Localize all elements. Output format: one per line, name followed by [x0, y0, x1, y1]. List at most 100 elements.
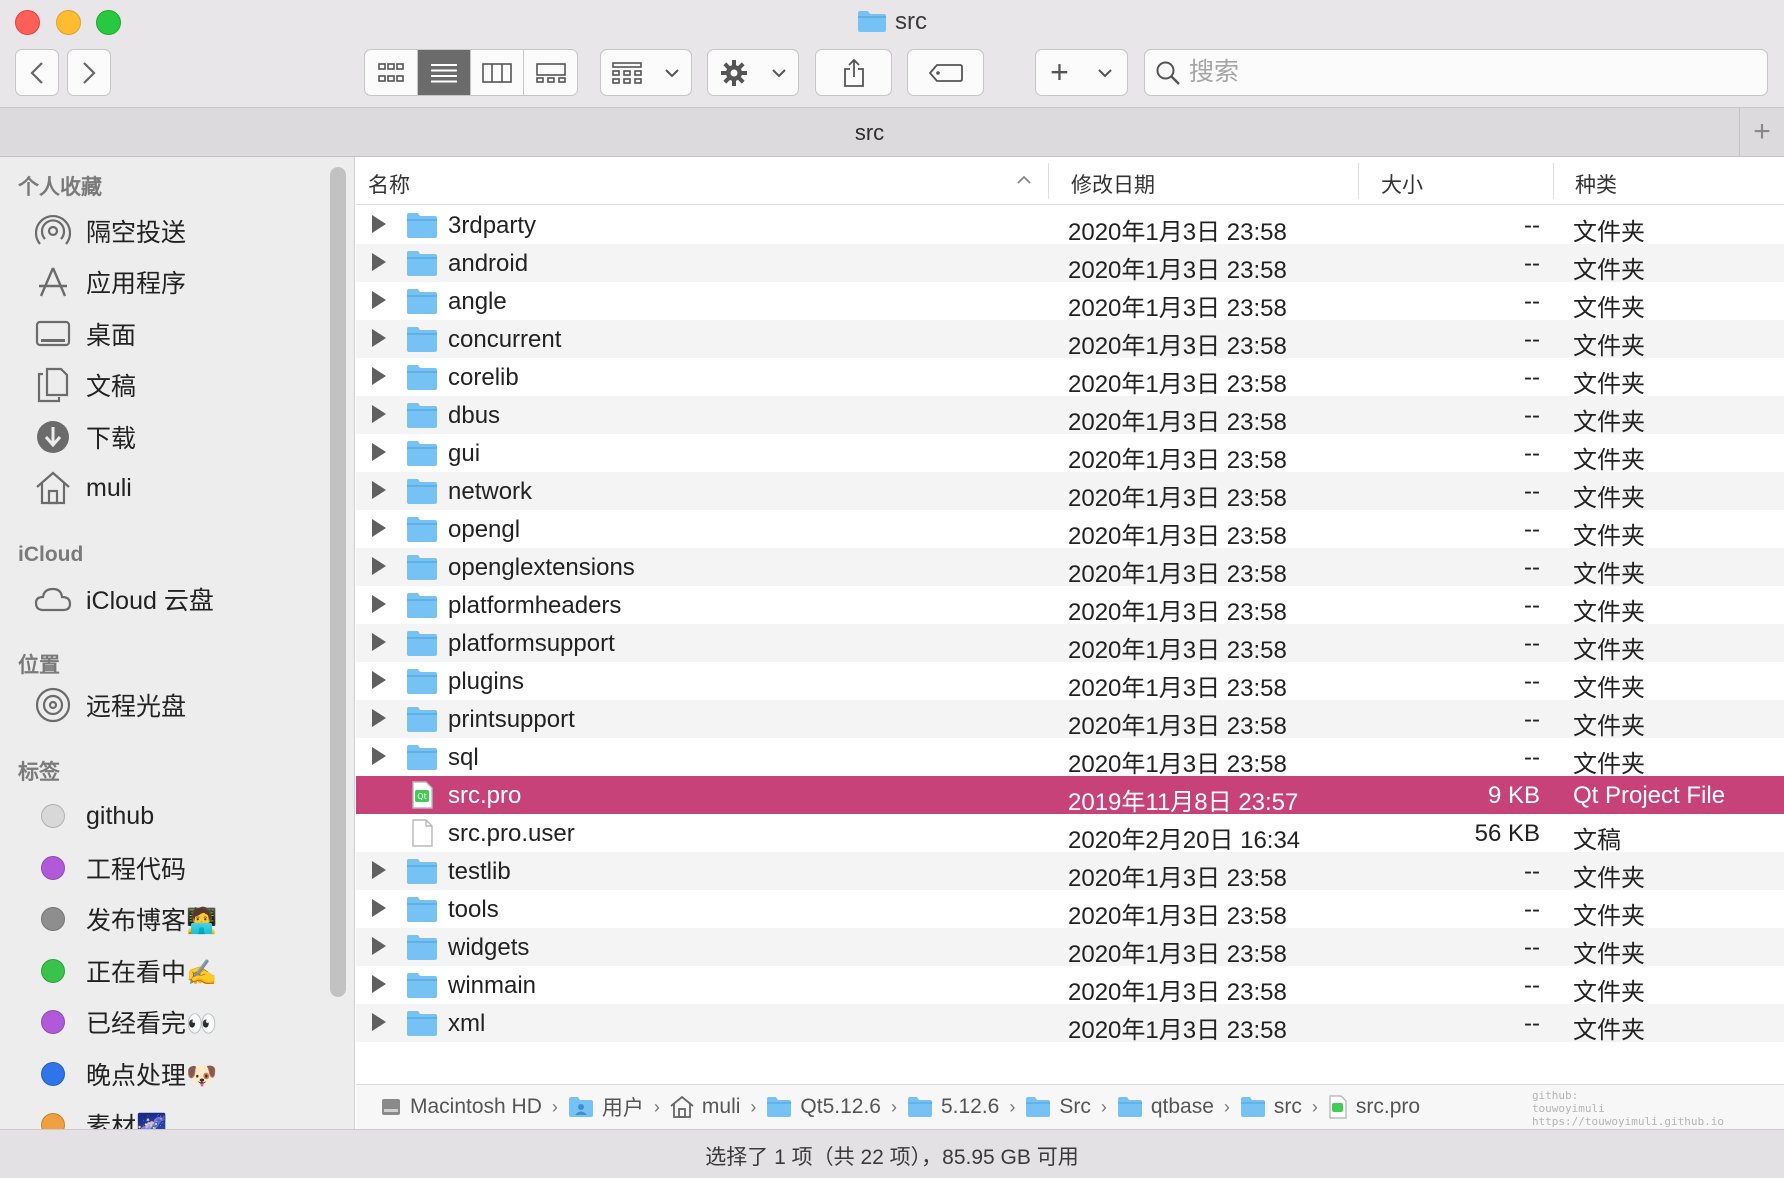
file-row[interactable]: plugins 2020年1月3日 23:58 -- 文件夹	[356, 662, 1784, 702]
file-row[interactable]: sql 2020年1月3日 23:58 -- 文件夹	[356, 738, 1784, 778]
disclosure-triangle-icon[interactable]	[372, 709, 386, 727]
disclosure-triangle-icon[interactable]	[372, 443, 386, 461]
new-item-dropdown[interactable]: +	[1035, 49, 1128, 96]
file-size: --	[1524, 630, 1540, 657]
sidebar-item-remote-disc[interactable]: 远程光盘	[34, 685, 186, 725]
file-row[interactable]: testlib 2020年1月3日 23:58 -- 文件夹	[356, 852, 1784, 892]
file-row[interactable]: opengl 2020年1月3日 23:58 -- 文件夹	[356, 510, 1784, 550]
sidebar-item-desktop[interactable]: 桌面	[34, 314, 136, 354]
forward-button[interactable]	[67, 49, 111, 96]
path-crumb[interactable]: Src	[1025, 1095, 1091, 1119]
disclosure-triangle-icon[interactable]	[372, 481, 386, 499]
file-row[interactable]: src.pro.user 2020年2月20日 16:34 56 KB 文稿	[356, 814, 1784, 854]
sidebar-item-airdrop[interactable]: 隔空投送	[34, 211, 186, 251]
disclosure-triangle-icon[interactable]	[372, 519, 386, 537]
path-crumb[interactable]: Macintosh HD	[380, 1095, 542, 1119]
new-tab-button[interactable]: +	[1739, 108, 1784, 156]
sort-ascending-icon	[1017, 175, 1031, 184]
sidebar-tag-reading[interactable]: 正在看中✍️	[34, 951, 217, 991]
file-row[interactable]: xml 2020年1月3日 23:58 -- 文件夹	[356, 1004, 1784, 1044]
file-row[interactable]: corelib 2020年1月3日 23:58 -- 文件夹	[356, 358, 1784, 398]
path-crumb[interactable]: Qt5.12.6	[766, 1095, 881, 1119]
file-row[interactable]: printsupport 2020年1月3日 23:58 -- 文件夹	[356, 700, 1784, 740]
disclosure-triangle-icon[interactable]	[372, 747, 386, 765]
sidebar-tag-engineering-code[interactable]: 工程代码	[34, 848, 186, 888]
sidebar-tag-publish-blog[interactable]: 发布博客🧑‍💻	[34, 899, 217, 939]
path-crumb[interactable]: src	[1240, 1095, 1302, 1119]
file-name: corelib	[448, 364, 519, 391]
gallery-view-button[interactable]	[524, 50, 577, 95]
file-row[interactable]: angle 2020年1月3日 23:58 -- 文件夹	[356, 282, 1784, 322]
column-header-size[interactable]: 大小	[1381, 169, 1423, 199]
group-by-dropdown[interactable]	[600, 49, 692, 96]
file-date-modified: 2020年1月3日 23:58	[1068, 219, 1287, 246]
column-separator[interactable]	[1048, 163, 1049, 199]
column-header-name[interactable]: 名称	[368, 169, 410, 199]
folder-icon	[406, 743, 438, 771]
disclosure-triangle-icon[interactable]	[372, 671, 386, 689]
sidebar-tag-github[interactable]: github	[34, 796, 154, 836]
disclosure-triangle-icon[interactable]	[372, 899, 386, 917]
file-row[interactable]: tools 2020年1月3日 23:58 -- 文件夹	[356, 890, 1784, 930]
file-name: sql	[448, 744, 479, 771]
file-row[interactable]: platformsupport 2020年1月3日 23:58 -- 文件夹	[356, 624, 1784, 664]
sidebar-tag-materials[interactable]: 素材🌌	[34, 1105, 167, 1129]
file-row[interactable]: android 2020年1月3日 23:58 -- 文件夹	[356, 244, 1784, 284]
disclosure-triangle-icon[interactable]	[372, 557, 386, 575]
sidebar-tag-later[interactable]: 晚点处理🐶	[34, 1054, 217, 1094]
disclosure-triangle-icon[interactable]	[372, 595, 386, 613]
column-separator[interactable]	[1358, 163, 1359, 199]
action-menu-button[interactable]	[707, 49, 799, 96]
sidebar-scrollbar[interactable]	[330, 167, 346, 997]
disclosure-triangle-icon[interactable]	[372, 215, 386, 233]
path-crumb[interactable]: qtbase	[1117, 1095, 1214, 1119]
chevron-right-icon	[83, 61, 96, 84]
sidebar-item-downloads[interactable]: 下载	[34, 417, 136, 457]
column-header-kind[interactable]: 种类	[1575, 169, 1617, 199]
column-separator[interactable]	[1553, 163, 1554, 199]
list-view-button[interactable]	[418, 50, 471, 95]
file-row[interactable]: network 2020年1月3日 23:58 -- 文件夹	[356, 472, 1784, 512]
disclosure-triangle-icon[interactable]	[372, 329, 386, 347]
file-date-modified: 2019年11月8日 23:57	[1068, 789, 1299, 816]
search-field[interactable]	[1144, 49, 1768, 96]
disclosure-triangle-icon[interactable]	[372, 633, 386, 651]
file-row[interactable]: openglextensions 2020年1月3日 23:58 -- 文件夹	[356, 548, 1784, 588]
share-button[interactable]	[815, 49, 892, 96]
file-row[interactable]: platformheaders 2020年1月3日 23:58 -- 文件夹	[356, 586, 1784, 626]
file-row[interactable]: 3rdparty 2020年1月3日 23:58 -- 文件夹	[356, 206, 1784, 246]
file-row[interactable]: Qt src.pro 2019年11月8日 23:57 9 KB Qt Project …	[356, 776, 1784, 816]
disclosure-triangle-icon[interactable]	[372, 937, 386, 955]
sidebar-item-documents[interactable]: 文稿	[34, 365, 136, 405]
file-row[interactable]: winmain 2020年1月3日 23:58 -- 文件夹	[356, 966, 1784, 1006]
folder-icon	[406, 971, 438, 999]
path-crumb[interactable]: 用户	[568, 1092, 644, 1122]
disclosure-triangle-icon[interactable]	[372, 291, 386, 309]
sidebar-item-home[interactable]: muli	[34, 468, 132, 508]
disclosure-triangle-icon[interactable]	[372, 253, 386, 271]
sidebar-item-applications[interactable]: 应用程序	[34, 262, 186, 302]
path-crumb[interactable]: muli	[670, 1095, 740, 1119]
column-view-button[interactable]	[471, 50, 524, 95]
file-row[interactable]: widgets 2020年1月3日 23:58 -- 文件夹	[356, 928, 1784, 968]
icon-view-button[interactable]	[365, 50, 418, 95]
back-button[interactable]	[15, 49, 59, 96]
search-input[interactable]	[1189, 58, 1749, 87]
file-row[interactable]: concurrent 2020年1月3日 23:58 -- 文件夹	[356, 320, 1784, 360]
file-row[interactable]: dbus 2020年1月3日 23:58 -- 文件夹	[356, 396, 1784, 436]
disclosure-triangle-icon[interactable]	[372, 405, 386, 423]
disclosure-triangle-icon[interactable]	[372, 1013, 386, 1031]
disclosure-triangle-icon[interactable]	[372, 367, 386, 385]
sidebar-tag-finished[interactable]: 已经看完👀	[34, 1002, 217, 1042]
path-crumb[interactable]: 5.12.6	[907, 1095, 999, 1119]
path-crumb[interactable]: src.pro	[1328, 1095, 1420, 1119]
tag-dot-icon	[41, 1113, 65, 1129]
column-header-date[interactable]: 修改日期	[1071, 169, 1155, 199]
edit-tags-button[interactable]	[907, 49, 984, 96]
file-row[interactable]: gui 2020年1月3日 23:58 -- 文件夹	[356, 434, 1784, 474]
sidebar-item-icloud-drive[interactable]: iCloud 云盘	[34, 579, 214, 619]
disclosure-triangle-icon[interactable]	[372, 861, 386, 879]
disclosure-triangle-icon[interactable]	[372, 975, 386, 993]
file-kind: 文件夹	[1573, 979, 1645, 1006]
tab-src[interactable]: src	[0, 120, 1739, 146]
